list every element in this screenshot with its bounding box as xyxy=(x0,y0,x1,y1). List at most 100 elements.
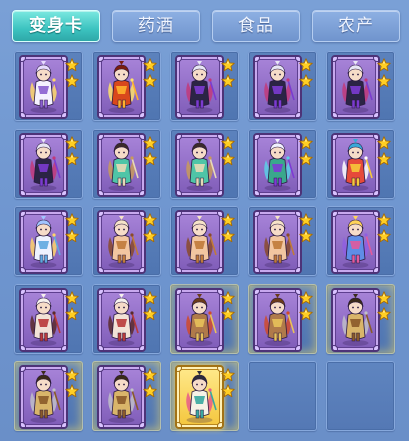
star-icon xyxy=(299,135,313,150)
star-icon xyxy=(143,383,157,398)
transform-card xyxy=(19,288,68,352)
star-icon xyxy=(377,151,391,166)
empty-slot[interactable] xyxy=(326,361,395,431)
star-rating xyxy=(65,367,81,399)
category-tabs: 变身卡 药酒 食品 农产 xyxy=(12,10,400,42)
star-icon xyxy=(221,383,235,398)
transform-card xyxy=(97,55,146,119)
card-slot[interactable] xyxy=(14,51,83,121)
transform-card xyxy=(253,133,302,197)
star-icon xyxy=(299,151,313,166)
star-icon xyxy=(65,212,79,227)
card-slot[interactable] xyxy=(170,361,239,431)
dark-swordsman-icon xyxy=(336,60,375,114)
card-slot[interactable] xyxy=(248,206,317,276)
star-icon xyxy=(143,290,157,305)
card-slot[interactable] xyxy=(14,284,83,354)
star-rating xyxy=(377,212,393,244)
transform-card xyxy=(253,55,302,119)
card-slot[interactable] xyxy=(92,206,161,276)
star-icon xyxy=(143,135,157,150)
star-icon xyxy=(221,73,235,88)
star-rating xyxy=(143,57,159,89)
star-rating xyxy=(299,135,315,167)
star-icon xyxy=(65,151,79,166)
monkey-warrior-icon xyxy=(180,293,219,347)
star-icon xyxy=(299,228,313,243)
star-rating xyxy=(143,212,159,244)
star-icon xyxy=(65,135,79,150)
star-icon xyxy=(377,228,391,243)
white-purple-spirit-icon xyxy=(24,60,63,114)
star-rating xyxy=(377,135,393,167)
star-icon xyxy=(65,383,79,398)
card-slot[interactable] xyxy=(14,206,83,276)
card-slot[interactable] xyxy=(326,129,395,199)
empty-slot[interactable] xyxy=(248,361,317,431)
red-winged-demon-icon xyxy=(102,293,141,347)
card-slot[interactable] xyxy=(248,51,317,121)
star-icon xyxy=(221,290,235,305)
card-slot[interactable] xyxy=(14,361,83,431)
card-slot[interactable] xyxy=(92,284,161,354)
star-icon xyxy=(377,212,391,227)
card-slot[interactable] xyxy=(326,51,395,121)
transform-card xyxy=(253,288,302,352)
star-rating xyxy=(221,212,237,244)
star-icon xyxy=(143,73,157,88)
green-maiden-icon xyxy=(102,138,141,192)
transform-card xyxy=(97,288,146,352)
star-icon xyxy=(221,135,235,150)
transform-card xyxy=(19,55,68,119)
star-rating xyxy=(143,367,159,399)
star-icon xyxy=(65,228,79,243)
star-icon xyxy=(221,228,235,243)
armored-general-icon xyxy=(24,370,63,424)
card-slot[interactable] xyxy=(326,284,395,354)
star-icon xyxy=(221,367,235,382)
card-slot[interactable] xyxy=(326,206,395,276)
inventory-panel: 变身卡 药酒 食品 农产 xyxy=(0,0,409,441)
card-slot[interactable] xyxy=(14,129,83,199)
star-icon xyxy=(143,212,157,227)
transform-card xyxy=(19,210,68,274)
monkey-warrior-icon xyxy=(258,293,297,347)
card-slot[interactable] xyxy=(170,284,239,354)
transform-card xyxy=(175,365,224,429)
star-icon xyxy=(65,57,79,72)
star-icon xyxy=(377,57,391,72)
card-slot[interactable] xyxy=(92,361,161,431)
star-icon xyxy=(221,212,235,227)
star-rating xyxy=(221,290,237,322)
dark-swordsman-icon xyxy=(180,60,219,114)
serpent-dragon-icon xyxy=(258,138,297,192)
star-icon xyxy=(65,367,79,382)
star-rating xyxy=(221,367,237,399)
pig-monk-icon xyxy=(180,215,219,269)
card-slot[interactable] xyxy=(248,129,317,199)
star-rating xyxy=(65,57,81,89)
card-slot[interactable] xyxy=(92,129,161,199)
fire-demon-icon xyxy=(102,60,141,114)
star-icon xyxy=(65,290,79,305)
tab-farm-produce[interactable]: 农产 xyxy=(312,10,400,42)
star-icon xyxy=(221,57,235,72)
star-icon xyxy=(143,306,157,321)
red-winged-demon-icon xyxy=(24,293,63,347)
card-slot[interactable] xyxy=(170,206,239,276)
star-icon xyxy=(377,306,391,321)
card-slot[interactable] xyxy=(248,284,317,354)
tab-wine[interactable]: 药酒 xyxy=(112,10,200,42)
pig-monk-icon xyxy=(102,215,141,269)
star-rating xyxy=(221,57,237,89)
card-slot[interactable] xyxy=(170,129,239,199)
transform-card xyxy=(331,55,380,119)
transform-card xyxy=(97,365,146,429)
card-slot[interactable] xyxy=(170,51,239,121)
star-icon xyxy=(143,228,157,243)
tab-food[interactable]: 食品 xyxy=(212,10,300,42)
star-rating xyxy=(65,212,81,244)
star-icon xyxy=(299,290,313,305)
card-slot[interactable] xyxy=(92,51,161,121)
tab-transform-cards[interactable]: 变身卡 xyxy=(12,10,100,42)
